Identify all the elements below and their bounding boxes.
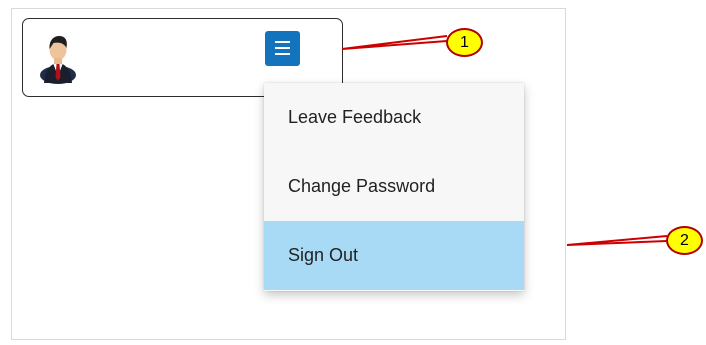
menu-button[interactable]	[265, 31, 300, 66]
page: Leave Feedback Change Password Sign Out …	[0, 0, 706, 345]
callout-2-marker: 2	[666, 226, 703, 255]
callout-2-line	[566, 235, 668, 246]
sign-out-menu-item[interactable]: Sign Out	[264, 221, 524, 290]
callout-2-label: 2	[680, 231, 689, 249]
hamburger-menu-icon-middle	[275, 47, 290, 49]
user-dropdown-menu: Leave Feedback Change Password Sign Out	[264, 83, 524, 291]
hamburger-menu-icon-bottom	[275, 53, 290, 55]
leave-feedback-menu-item[interactable]: Leave Feedback	[264, 83, 524, 152]
callout-1-label: 1	[460, 33, 469, 51]
leave-feedback-label: Leave Feedback	[288, 107, 422, 127]
sign-out-label: Sign Out	[288, 245, 359, 265]
change-password-menu-item[interactable]: Change Password	[264, 152, 524, 221]
hamburger-menu-icon	[275, 41, 290, 43]
callout-1-marker: 1	[446, 28, 483, 57]
change-password-label: Change Password	[288, 176, 436, 196]
business-user-avatar-icon	[40, 36, 76, 84]
